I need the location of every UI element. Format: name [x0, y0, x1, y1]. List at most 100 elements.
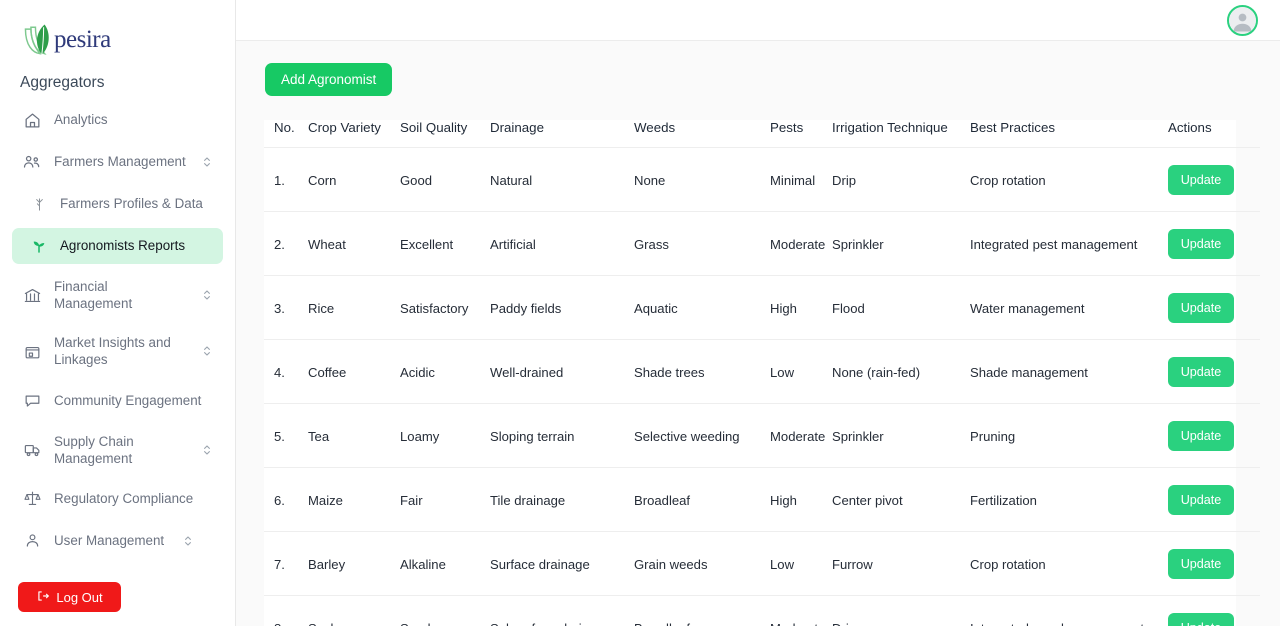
- cell-drainage: Paddy fields: [490, 275, 634, 340]
- sidebar-item-farmers-profiles-data[interactable]: Farmers Profiles & Data: [12, 186, 223, 222]
- cell-actions: Update: [1168, 147, 1260, 212]
- table-row: 3. Rice Satisfactory Paddy fields Aquatic Hig…: [264, 275, 1260, 340]
- cell-no: 1.: [264, 147, 308, 212]
- cell-soil-quality: Fair: [400, 467, 490, 532]
- sidebar-item-regulatory-compliance[interactable]: Regulatory Compliance: [12, 481, 223, 517]
- cell-pests: Low: [770, 531, 832, 596]
- sidebar-item-market-insights-and-linkages[interactable]: Market Insights and Linkages: [12, 326, 223, 376]
- cell-drainage: Artificial: [490, 211, 634, 276]
- cell-actions: Update: [1168, 595, 1260, 626]
- cell-crop-variety: Wheat: [308, 211, 400, 276]
- chevron-updown-icon[interactable]: [201, 343, 213, 359]
- update-button[interactable]: Update: [1168, 613, 1234, 626]
- update-button[interactable]: Update: [1168, 293, 1234, 323]
- cell-pests: Minimal: [770, 147, 832, 212]
- sidebar-item-label: Agronomists Reports: [60, 238, 186, 254]
- table-row: 1. Corn Good Natural None Minimal Drip Crop rot…: [264, 147, 1260, 212]
- sidebar-item-community-engagement[interactable]: Community Engagement: [12, 383, 223, 419]
- sidebar-item-label: Financial Management: [54, 279, 133, 312]
- cell-irrigation-technique: Sprinkler: [832, 211, 970, 276]
- cell-best-practices: Integrated weed management: [970, 595, 1168, 626]
- farmer-icon: [30, 194, 48, 214]
- table-row: 4. Coffee Acidic Well-drained Shade trees Low…: [264, 339, 1260, 404]
- sidebar-item-supply-chain-management[interactable]: Supply Chain Management: [12, 425, 223, 475]
- table-row: 7. Barley Alkaline Surface drainage Grain we…: [264, 531, 1260, 596]
- cell-no: 7.: [264, 531, 308, 596]
- cell-weeds: None: [634, 147, 770, 212]
- column-header-pests: Pests: [770, 120, 832, 148]
- avatar-icon: [1229, 6, 1256, 34]
- cell-no: 8.: [264, 595, 308, 626]
- cell-actions: Update: [1168, 531, 1260, 596]
- table-row: 8.SoybeansSandySubsurface drainageBroadl…: [264, 595, 1260, 626]
- user-icon: [22, 531, 42, 551]
- cell-soil-quality: Loamy: [400, 403, 490, 468]
- cell-no: 5.: [264, 403, 308, 468]
- cell-soil-quality: Alkaline: [400, 531, 490, 596]
- cell-best-practices: Pruning: [970, 403, 1168, 468]
- update-button[interactable]: Update: [1168, 485, 1234, 515]
- table-body: 1. Corn Good Natural None Minimal Drip Crop rot…: [264, 147, 1260, 626]
- chevron-updown-icon[interactable]: [201, 287, 213, 303]
- cell-drainage: Natural: [490, 147, 634, 212]
- sidebar-item-user-management[interactable]: User Management: [12, 523, 223, 559]
- app-root: pesira Aggregators Analytics Farmers Man…: [0, 0, 1280, 626]
- cell-crop-variety: Tea: [308, 403, 400, 468]
- update-button[interactable]: Update: [1168, 165, 1234, 195]
- cell-soil-quality: Acidic: [400, 339, 490, 404]
- cell-actions: Update: [1168, 403, 1260, 468]
- column-header-no: No.: [264, 120, 308, 148]
- sidebar-item-analytics[interactable]: Analytics: [12, 102, 223, 138]
- cell-weeds: Grass: [634, 211, 770, 276]
- sidebar-item-financial-management[interactable]: Financial Management: [12, 270, 223, 320]
- cell-soil-quality: Good: [400, 147, 490, 212]
- cell-best-practices: Fertilization: [970, 467, 1168, 532]
- cell-pests: Moderate: [770, 403, 832, 468]
- sidebar-item-label: User Management: [54, 533, 165, 549]
- column-header-actions: Actions: [1168, 120, 1260, 148]
- table-header-row: No. Crop Variety Soil Quality Drainage W…: [264, 120, 1260, 148]
- sidebar-item-label: Supply Chain Management: [54, 433, 134, 466]
- chevron-updown-icon[interactable]: [182, 533, 194, 549]
- cell-no: 3.: [264, 275, 308, 340]
- cell-irrigation-technique: Drip: [832, 595, 970, 626]
- update-button[interactable]: Update: [1168, 549, 1234, 579]
- table-row: 5. Tea Loamy Sloping terrain Selective weedi…: [264, 403, 1260, 468]
- update-button[interactable]: Update: [1168, 421, 1234, 451]
- cell-no: 2.: [264, 211, 308, 276]
- table-row: 2. Wheat Excellent Artificial Grass Moderate S…: [264, 211, 1260, 276]
- cell-no: 6.: [264, 467, 308, 532]
- cell-irrigation-technique: Furrow: [832, 531, 970, 596]
- bank-icon: [22, 285, 42, 305]
- table-row: 6. Maize Fair Tile drainage Broadleaf High Cen…: [264, 467, 1260, 532]
- column-header-irrigation-technique: Irrigation Technique: [832, 120, 970, 148]
- logout-button[interactable]: Log Out: [18, 582, 121, 612]
- cell-actions: Update: [1168, 275, 1260, 340]
- home-icon: [22, 110, 42, 130]
- cell-crop-variety: Corn: [308, 147, 400, 212]
- sidebar-item-label: Analytics: [54, 112, 108, 128]
- table-head: No. Crop Variety Soil Quality Drainage W…: [264, 120, 1260, 148]
- avatar[interactable]: [1227, 4, 1258, 36]
- chevron-updown-icon[interactable]: [201, 442, 213, 458]
- cell-best-practices: Shade management: [970, 339, 1168, 404]
- cell-best-practices: Crop rotation: [970, 147, 1168, 212]
- sidebar-item-farmers-management[interactable]: Farmers Management: [12, 144, 223, 180]
- cell-soil-quality: Sandy: [400, 595, 490, 626]
- add-agronomist-button[interactable]: Add Agronomist: [265, 63, 393, 96]
- column-header-weeds: Weeds: [634, 120, 770, 148]
- sidebar-item-agronomists-reports[interactable]: Agronomists Reports: [12, 228, 223, 264]
- cell-weeds: Shade trees: [634, 339, 770, 404]
- main-area: Add Agronomist No. Crop Variety Soil Qua…: [236, 0, 1280, 626]
- brand-logo[interactable]: pesira: [0, 0, 235, 62]
- cell-drainage: Well-drained: [490, 339, 634, 404]
- cell-crop-variety: Soybeans: [308, 595, 400, 626]
- chevron-updown-icon[interactable]: [201, 154, 213, 170]
- cell-actions: Update: [1168, 211, 1260, 276]
- chat-icon: [22, 391, 42, 411]
- cell-drainage: Surface drainage: [490, 531, 634, 596]
- update-button[interactable]: Update: [1168, 357, 1234, 387]
- sidebar-item-label: Community Engagement: [54, 393, 202, 409]
- brand-name: pesira: [54, 26, 111, 53]
- update-button[interactable]: Update: [1168, 229, 1234, 259]
